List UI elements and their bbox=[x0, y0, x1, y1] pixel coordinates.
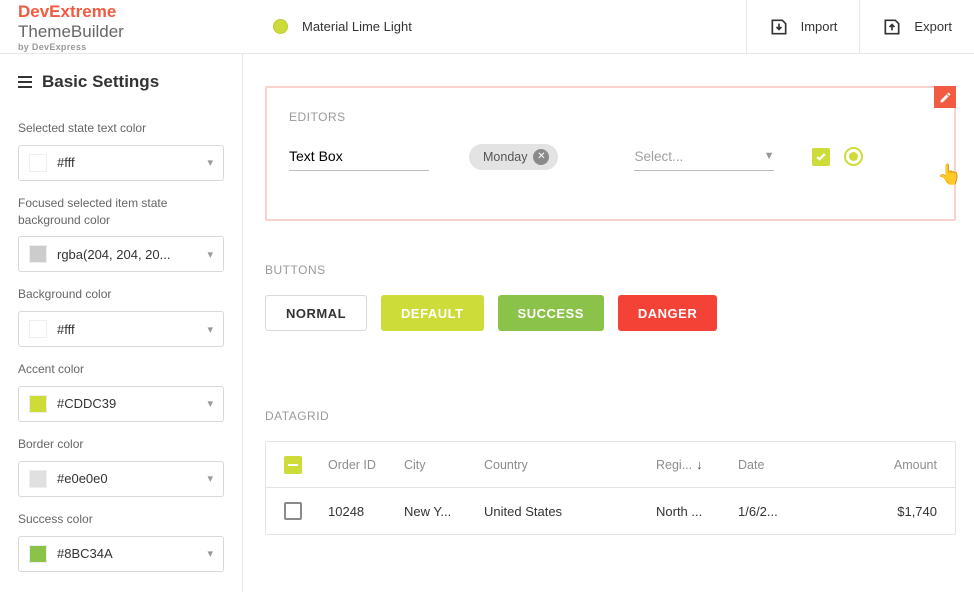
setting-label: Focused selected item state background c… bbox=[18, 195, 224, 229]
sidebar: Basic Settings Selected state text color… bbox=[0, 54, 243, 592]
radio-selected[interactable] bbox=[844, 147, 863, 166]
brand-title: DevExtreme ThemeBuilder bbox=[18, 2, 225, 42]
cell-order-id: 10248 bbox=[328, 504, 404, 519]
hamburger-icon[interactable] bbox=[18, 76, 32, 88]
color-value: #CDDC39 bbox=[57, 396, 207, 411]
col-region[interactable]: Regi... ↓ bbox=[656, 457, 738, 472]
swatch-icon bbox=[29, 245, 47, 263]
buttons-section: BUTTONS NORMAL DEFAULT SUCCESS DANGER bbox=[265, 263, 956, 331]
col-country[interactable]: Country bbox=[484, 458, 656, 472]
chevron-down-icon: ▾ bbox=[207, 397, 213, 410]
import-label: Import bbox=[801, 19, 838, 34]
sidebar-title: Basic Settings bbox=[42, 72, 159, 92]
cell-country: United States bbox=[484, 504, 656, 519]
chevron-down-icon: ▾ bbox=[207, 547, 213, 560]
success-button[interactable]: SUCCESS bbox=[498, 295, 604, 331]
normal-button[interactable]: NORMAL bbox=[265, 295, 367, 331]
header-checkbox-indeterminate[interactable] bbox=[284, 456, 302, 474]
tag-chip[interactable]: Monday ✕ bbox=[469, 144, 558, 170]
select-dropdown[interactable]: Select... ▼ bbox=[634, 143, 774, 171]
import-button[interactable]: Import bbox=[746, 0, 860, 53]
chevron-down-icon: ▾ bbox=[207, 323, 213, 336]
pencil-icon bbox=[939, 91, 952, 104]
chevron-down-icon: ▼ bbox=[764, 150, 775, 162]
color-picker[interactable]: rgba(204, 204, 20...▾ bbox=[18, 236, 224, 272]
setting-label: Background color bbox=[18, 286, 224, 303]
color-picker[interactable]: #e0e0e0▾ bbox=[18, 461, 224, 497]
datagrid-header-row: Order ID City Country Regi... ↓ Date Amou… bbox=[266, 442, 955, 488]
color-value: rgba(204, 204, 20... bbox=[57, 247, 207, 262]
theme-name: Material Lime Light bbox=[302, 19, 412, 34]
checkbox-checked[interactable] bbox=[812, 148, 830, 166]
datagrid-section-title: DATAGRID bbox=[265, 409, 956, 423]
swatch-icon bbox=[29, 395, 47, 413]
row-checkbox[interactable] bbox=[284, 502, 302, 520]
swatch-icon bbox=[29, 154, 47, 172]
setting-label: Success color bbox=[18, 511, 224, 528]
export-label: Export bbox=[914, 19, 952, 34]
col-city[interactable]: City bbox=[404, 458, 484, 472]
export-button[interactable]: Export bbox=[859, 0, 974, 53]
swatch-icon bbox=[29, 470, 47, 488]
top-actions: Import Export bbox=[746, 0, 974, 53]
color-picker[interactable]: #fff▾ bbox=[18, 311, 224, 347]
col-region-label: Regi... bbox=[656, 458, 692, 472]
sidebar-header: Basic Settings bbox=[18, 54, 224, 106]
datagrid: Order ID City Country Regi... ↓ Date Amou… bbox=[265, 441, 956, 535]
swatch-icon bbox=[29, 545, 47, 563]
color-value: #8BC34A bbox=[57, 546, 207, 561]
top-bar: DevExtreme ThemeBuilder by DevExpress Ma… bbox=[0, 0, 974, 54]
setting-label: Accent color bbox=[18, 361, 224, 378]
color-picker[interactable]: #fff▾ bbox=[18, 145, 224, 181]
chip-label: Monday bbox=[483, 150, 527, 164]
color-picker[interactable]: #8BC34A▾ bbox=[18, 536, 224, 572]
datagrid-section: DATAGRID Order ID City Country Regi... ↓ … bbox=[265, 409, 956, 535]
chip-remove-icon[interactable]: ✕ bbox=[533, 149, 549, 165]
color-value: #fff bbox=[57, 155, 207, 170]
radio-dot bbox=[849, 152, 858, 161]
col-order-id[interactable]: Order ID bbox=[328, 458, 404, 472]
buttons-section-title: BUTTONS bbox=[265, 263, 956, 277]
datagrid-row[interactable]: 10248 New Y... United States North ... 1… bbox=[266, 488, 955, 534]
color-value: #fff bbox=[57, 322, 207, 337]
brand-themebuilder: ThemeBuilder bbox=[18, 22, 124, 41]
export-icon bbox=[882, 17, 902, 37]
default-button[interactable]: DEFAULT bbox=[381, 295, 483, 331]
theme-color-dot bbox=[273, 19, 288, 34]
cell-amount: $1,740 bbox=[812, 504, 937, 519]
cell-city: New Y... bbox=[404, 504, 484, 519]
check-icon bbox=[815, 151, 827, 163]
chevron-down-icon: ▾ bbox=[207, 248, 213, 261]
col-amount[interactable]: Amount bbox=[812, 458, 937, 472]
current-theme-indicator[interactable]: Material Lime Light bbox=[243, 19, 442, 34]
brand-subtitle: by DevExpress bbox=[18, 42, 225, 52]
col-date[interactable]: Date bbox=[738, 458, 812, 472]
setting-label: Border color bbox=[18, 436, 224, 453]
swatch-icon bbox=[29, 320, 47, 338]
color-picker[interactable]: #CDDC39▾ bbox=[18, 386, 224, 422]
import-icon bbox=[769, 17, 789, 37]
cell-date: 1/6/2... bbox=[738, 504, 812, 519]
editors-panel: EDITORS Monday ✕ Select... ▼ bbox=[265, 86, 956, 221]
setting-label: Selected state text color bbox=[18, 120, 224, 137]
editors-row: Monday ✕ Select... ▼ bbox=[289, 142, 932, 171]
select-placeholder: Select... bbox=[634, 149, 683, 164]
danger-button[interactable]: DANGER bbox=[618, 295, 717, 331]
editors-section-title: EDITORS bbox=[289, 110, 932, 124]
chevron-down-icon: ▾ bbox=[207, 156, 213, 169]
preview-area: 👆 EDITORS Monday ✕ Select... ▼ bbox=[243, 54, 974, 592]
edit-section-button[interactable] bbox=[934, 86, 956, 108]
textbox-input[interactable] bbox=[289, 142, 429, 171]
cell-region: North ... bbox=[656, 504, 738, 519]
color-value: #e0e0e0 bbox=[57, 471, 207, 486]
chevron-down-icon: ▾ bbox=[207, 472, 213, 485]
brand-devextreme: DevExtreme bbox=[18, 2, 116, 21]
sort-down-icon: ↓ bbox=[696, 457, 703, 472]
brand-block: DevExtreme ThemeBuilder by DevExpress bbox=[0, 2, 243, 52]
